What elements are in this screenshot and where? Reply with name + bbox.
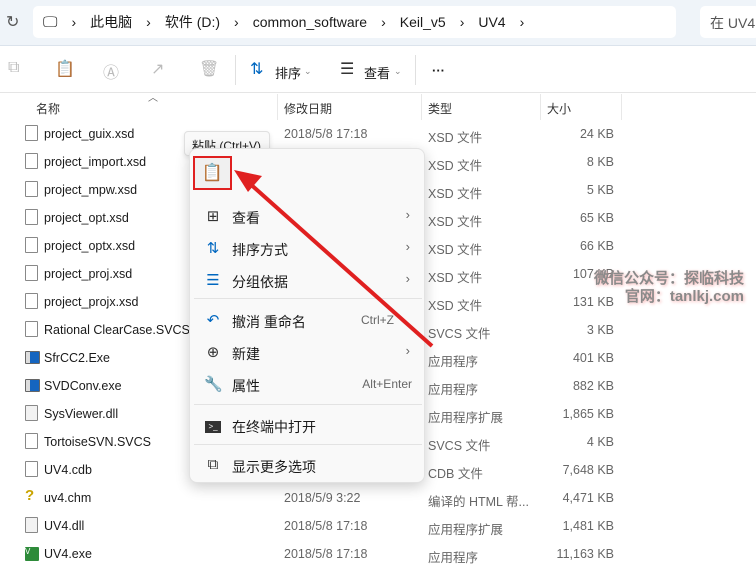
watermark: 微信公众号：探临科技 官网：tanlkj.com	[594, 270, 745, 305]
